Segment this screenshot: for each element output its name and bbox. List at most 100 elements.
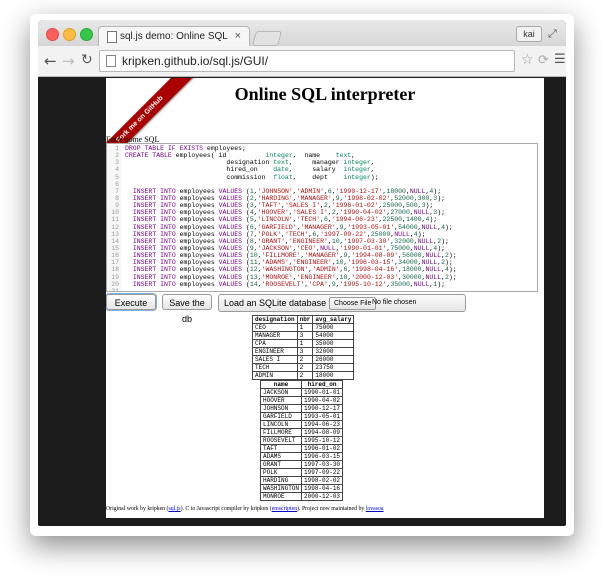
table-cell: HARDING — [259, 476, 303, 485]
code-line: hired_on date, salary integer, — [125, 166, 375, 174]
line-number: 3 — [115, 159, 119, 167]
line-number: 13 — [111, 230, 119, 238]
table-cell: FILLMORE — [259, 428, 303, 437]
line-number: 4 — [115, 166, 119, 174]
table-cell: 3 — [296, 347, 314, 356]
code-line: INSERT INTO employees VALUES (4,'HOOVER'… — [132, 209, 446, 217]
load-db-control: Load an SQLite database file: Choose Fil… — [218, 294, 466, 312]
table-cell: ROOSEVELT — [259, 436, 303, 445]
footer-text: ). C to Javascript compiler by kripken ( — [180, 506, 272, 512]
table-cell: WASHINGTON — [259, 484, 303, 493]
lovasoa-link[interactable]: lovasoa — [366, 506, 384, 512]
table-row: TAFT 1996-01-02 — [259, 444, 344, 453]
save-db-button[interactable]: Save the db — [162, 294, 212, 324]
table-row: JOHNSON 1990-12-17 — [259, 404, 344, 413]
tab-close-icon[interactable]: × — [235, 30, 241, 42]
table-cell: LINCOLN — [259, 420, 303, 429]
table-cell: 26000 — [312, 355, 355, 364]
table-cell: 1997-03-30 — [301, 460, 344, 469]
web-page: Fork me on GitHub Online SQL interpreter… — [106, 78, 544, 518]
extension-icon[interactable]: ⟳ — [538, 53, 549, 68]
no-file-text: No file chosen — [372, 299, 417, 306]
line-number: 8 — [115, 194, 119, 202]
emscripten-link[interactable]: emscripten — [272, 506, 297, 512]
table-cell: 23750 — [312, 363, 355, 372]
column-header: avg_salary — [312, 315, 355, 324]
table-cell: CPA — [252, 339, 298, 348]
table-row: CEO 1 75000 — [252, 323, 355, 332]
profile-button[interactable]: kai — [516, 26, 542, 42]
line-number: 14 — [111, 237, 119, 245]
reload-icon[interactable]: ↻ — [81, 52, 93, 68]
table-cell: 1990-12-17 — [301, 404, 344, 413]
code-line: CREATE TABLE employees( id integer, name… — [125, 152, 356, 160]
column-header: nbr — [296, 315, 314, 324]
forward-arrow-icon[interactable]: → — [62, 52, 75, 70]
table-row: MANAGER 3 54000 — [252, 331, 355, 340]
choose-file-button[interactable]: Choose File — [329, 297, 377, 310]
table-cell: 54000 — [312, 331, 355, 340]
sql-code: DROP TABLE IF EXISTS employees; CREATE TA… — [125, 145, 537, 291]
table-cell: 1998-04-16 — [301, 484, 344, 493]
back-arrow-icon[interactable]: ← — [44, 52, 57, 70]
code-line: INSERT INTO employees VALUES (2,'HARDING… — [132, 194, 445, 202]
code-line: INSERT INTO employees VALUES (8,'GRANT',… — [132, 237, 449, 245]
load-db-label: Load an SQLite database file: — [224, 298, 343, 308]
code-line: commission float, dept integer); — [125, 173, 379, 181]
table-row: TECH 2 23750 — [252, 363, 355, 372]
tab-title: sql.js demo: Online SQL int — [120, 31, 230, 42]
table-row: ENGINEER 3 32000 — [252, 347, 355, 356]
code-line: INSERT INTO employees VALUES (9,'JACKSON… — [132, 244, 446, 252]
minimize-window-button[interactable] — [63, 28, 76, 41]
table-cell: JACKSON — [259, 388, 303, 397]
new-tab-button[interactable] — [251, 31, 283, 46]
browser-toolbar: ← → ↻ kripken.github.io/sql.js/GUI/ ☆ ⟳ … — [38, 46, 566, 77]
code-line: INSERT INTO employees VALUES (7,'POLK','… — [132, 230, 426, 238]
table-cell: 2 — [296, 371, 314, 380]
code-line: DROP TABLE IF EXISTS employees; — [125, 145, 246, 152]
table-cell: ENGINEER — [252, 347, 298, 356]
sqljs-link[interactable]: sql.js — [168, 506, 180, 512]
menu-icon[interactable]: ☰ — [554, 52, 566, 67]
code-line: INSERT INTO employees VALUES (6,'GARFIEL… — [132, 223, 453, 231]
line-number: 16 — [111, 252, 119, 260]
table-cell: 2 — [296, 363, 314, 372]
browser-window: sql.js demo: Online SQL int × kai ⤢ ← → … — [38, 20, 566, 526]
table-cell: SALES I — [252, 355, 298, 364]
table-row: ADAMS 1996-03-15 — [259, 452, 344, 461]
execute-button[interactable]: Execute — [106, 294, 156, 310]
line-number: 12 — [111, 223, 119, 231]
browser-tab[interactable]: sql.js demo: Online SQL int × — [98, 26, 250, 47]
table-row: HOOVER 1990-04-02 — [259, 396, 344, 405]
line-number: 10 — [111, 209, 119, 217]
footer-text: ). Project now maintained by — [297, 506, 366, 512]
table-cell: 1994-08-09 — [301, 428, 344, 437]
code-line: INSERT INTO employees VALUES (12,'WASHIN… — [132, 266, 457, 274]
table-cell: 32000 — [312, 347, 355, 356]
table-cell: 1996-01-02 — [301, 444, 344, 453]
table-cell: 1 — [296, 323, 314, 332]
zoom-window-button[interactable] — [80, 28, 93, 41]
line-number: 21 — [111, 287, 119, 292]
column-header: hired_on — [301, 380, 344, 389]
table-row: WASHINGTON 1998-04-16 — [259, 484, 344, 493]
footer: Original work by kripken (sql.js). C to … — [106, 506, 383, 512]
close-window-button[interactable] — [46, 28, 59, 41]
fullscreen-icon[interactable]: ⤢ — [548, 27, 557, 41]
code-line: INSERT INTO employees VALUES (5,'LINCOLN… — [132, 216, 438, 224]
table-cell: CEO — [252, 323, 298, 332]
table-row: ROOSEVELT 1995-10-12 — [259, 436, 344, 445]
table-cell: 18000 — [312, 371, 355, 380]
title-bar: sql.js demo: Online SQL int × kai ⤢ — [38, 20, 566, 47]
page-icon — [107, 31, 117, 43]
bookmark-star-icon[interactable]: ☆ — [521, 52, 534, 68]
line-number: 2 — [115, 152, 119, 160]
code-line: INSERT INTO employees VALUES (1,'JOHNSON… — [132, 187, 442, 195]
sql-editor[interactable]: 1234567891011121314151617181920212223 DR… — [106, 143, 538, 292]
line-numbers: 1234567891011121314151617181920212223 — [107, 145, 121, 292]
code-line: INSERT INTO employees VALUES (13,'MONROE… — [132, 273, 457, 281]
address-bar[interactable]: kripken.github.io/sql.js/GUI/ — [99, 50, 515, 72]
table-row: POLK 1997-09-22 — [259, 468, 344, 477]
